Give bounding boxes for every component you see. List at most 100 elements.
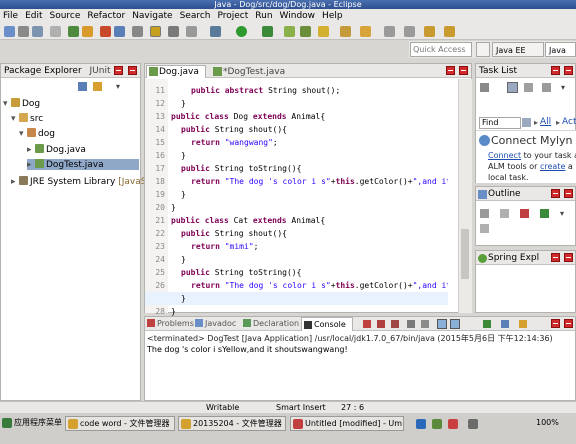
expand-icon[interactable]: ▸ bbox=[27, 160, 35, 170]
view-menu-icon[interactable]: ▾ bbox=[560, 209, 569, 218]
show-stderr-icon[interactable] bbox=[450, 319, 460, 329]
next-annotation-icon[interactable] bbox=[384, 26, 395, 37]
hide-local-types-icon[interactable] bbox=[480, 224, 489, 233]
menu-help[interactable]: Help bbox=[322, 11, 343, 21]
open-task-icon[interactable] bbox=[340, 26, 351, 37]
tree-project[interactable]: ▾ Dog bbox=[3, 98, 40, 109]
package-explorer-tab[interactable]: Package Explorer bbox=[4, 66, 82, 76]
run-icon[interactable] bbox=[236, 26, 247, 37]
minimize-icon[interactable] bbox=[551, 319, 560, 328]
clear-console-icon[interactable] bbox=[407, 320, 415, 328]
back-icon[interactable] bbox=[424, 26, 435, 37]
all-link[interactable]: All bbox=[540, 117, 551, 127]
spring-explorer-tab[interactable]: Spring Expl bbox=[488, 253, 539, 263]
tab-dog-java[interactable]: Dog.java bbox=[146, 65, 206, 78]
filter-icon[interactable] bbox=[522, 118, 531, 127]
create-link[interactable]: create bbox=[540, 162, 565, 171]
open-perspective-icon[interactable] bbox=[476, 42, 490, 57]
hide-nonpublic-icon[interactable] bbox=[540, 209, 549, 218]
display-console-icon[interactable] bbox=[501, 320, 509, 328]
tab-console[interactable]: Console bbox=[301, 317, 353, 331]
save-icon[interactable] bbox=[18, 26, 29, 37]
maximize-icon[interactable] bbox=[564, 66, 573, 75]
menu-edit[interactable]: Edit bbox=[25, 11, 42, 21]
expand-icon[interactable]: ▾ bbox=[11, 114, 19, 124]
show-stdout-icon[interactable] bbox=[437, 319, 447, 329]
tree-src[interactable]: ▾ src bbox=[11, 113, 43, 124]
scroll-lock-icon[interactable] bbox=[421, 320, 429, 328]
focus-icon[interactable] bbox=[524, 83, 533, 92]
expand-icon[interactable]: ▾ bbox=[3, 99, 11, 109]
hide-static-icon[interactable] bbox=[520, 209, 529, 218]
print-icon[interactable] bbox=[50, 26, 61, 37]
maximize-icon[interactable] bbox=[128, 66, 137, 75]
terminate-icon[interactable] bbox=[363, 320, 371, 328]
scroll-thumb[interactable] bbox=[461, 229, 469, 279]
taskbar-item-2[interactable]: 20135204 - 文件管理器 bbox=[178, 416, 286, 431]
task-list-tab[interactable]: Task List bbox=[479, 66, 517, 76]
new-icon[interactable] bbox=[4, 26, 15, 37]
tab-declaration[interactable]: Declaration bbox=[243, 319, 299, 328]
tab-javadoc[interactable]: Javadoc bbox=[195, 319, 236, 328]
stop-icon[interactable] bbox=[100, 26, 111, 37]
new-java-project-icon[interactable] bbox=[284, 26, 295, 37]
minimize-icon[interactable] bbox=[446, 66, 455, 75]
forward-icon[interactable] bbox=[444, 26, 455, 37]
new-package-icon[interactable] bbox=[300, 26, 311, 37]
taskbar-item-3[interactable]: Untitled [modified] - Um... bbox=[290, 416, 404, 431]
hide-fields-icon[interactable] bbox=[500, 209, 509, 218]
perspective-java[interactable]: Java bbox=[545, 42, 576, 57]
prev-annotation-icon[interactable] bbox=[404, 26, 415, 37]
external-tools-icon[interactable] bbox=[210, 26, 221, 37]
remove-all-icon[interactable] bbox=[391, 320, 399, 328]
tray-clipboard-icon[interactable] bbox=[432, 419, 442, 429]
quick-access-input[interactable]: Quick Access bbox=[410, 42, 472, 57]
outline-tab[interactable]: Outline bbox=[488, 189, 521, 199]
menu-project[interactable]: Project bbox=[217, 11, 248, 21]
start-menu-button[interactable]: 应用程序菜单 bbox=[0, 416, 64, 431]
tree-package[interactable]: ▾ dog bbox=[19, 128, 55, 139]
tray-network-icon[interactable] bbox=[416, 419, 426, 429]
link-editor-icon[interactable] bbox=[93, 82, 102, 91]
open-console-icon[interactable] bbox=[519, 320, 527, 328]
view-menu-icon[interactable]: ▾ bbox=[561, 83, 570, 92]
tray-volume-icon[interactable] bbox=[468, 419, 478, 429]
collapse-all-icon[interactable] bbox=[78, 82, 87, 91]
tab-dogtest-java[interactable]: *DogTest.java bbox=[211, 66, 299, 78]
debug-icon[interactable] bbox=[68, 26, 79, 37]
maximize-icon[interactable] bbox=[564, 319, 573, 328]
menu-search[interactable]: Search bbox=[180, 11, 211, 21]
menu-navigate[interactable]: Navigate bbox=[132, 11, 172, 21]
taskbar-item-1[interactable]: code word - 文件管理器 bbox=[65, 416, 175, 431]
collapse-icon[interactable] bbox=[542, 83, 551, 92]
expand-icon[interactable]: ▸ bbox=[27, 145, 35, 155]
minimize-icon[interactable] bbox=[551, 253, 560, 262]
junit-tab[interactable]: JUnit bbox=[90, 66, 111, 76]
remove-launch-icon[interactable] bbox=[377, 320, 385, 328]
search-icon[interactable] bbox=[360, 26, 371, 37]
minimize-icon[interactable] bbox=[114, 66, 123, 75]
menu-run[interactable]: Run bbox=[255, 11, 272, 21]
open-type-icon[interactable] bbox=[114, 26, 125, 37]
pin-console-icon[interactable] bbox=[483, 320, 491, 328]
server-icon[interactable] bbox=[82, 26, 93, 37]
tree-file-dog[interactable]: ▸ Dog.java bbox=[27, 144, 86, 155]
minimize-icon[interactable] bbox=[551, 66, 560, 75]
activate-link[interactable]: Acti... bbox=[562, 117, 576, 127]
toggle-breadcrumb-icon[interactable] bbox=[150, 26, 161, 37]
maximize-icon[interactable] bbox=[459, 66, 468, 75]
menu-source[interactable]: Source bbox=[50, 11, 81, 21]
debug-run-icon[interactable] bbox=[168, 26, 179, 37]
menu-refactor[interactable]: Refactor bbox=[87, 11, 125, 21]
tree-file-dogtest[interactable]: ▸ DogTest.java bbox=[27, 159, 139, 170]
perspective-java-ee[interactable]: Java EE bbox=[492, 42, 544, 57]
menu-window[interactable]: Window bbox=[280, 11, 316, 21]
maximize-icon[interactable] bbox=[564, 253, 573, 262]
menu-file[interactable]: File bbox=[3, 11, 18, 21]
tab-problems[interactable]: Problems bbox=[147, 319, 194, 328]
maximize-icon[interactable] bbox=[564, 189, 573, 198]
view-menu-icon[interactable]: ▾ bbox=[116, 82, 125, 91]
skip-breakpoints-icon[interactable] bbox=[186, 26, 197, 37]
new-task-icon[interactable] bbox=[480, 83, 489, 92]
categorized-icon[interactable] bbox=[507, 82, 518, 93]
